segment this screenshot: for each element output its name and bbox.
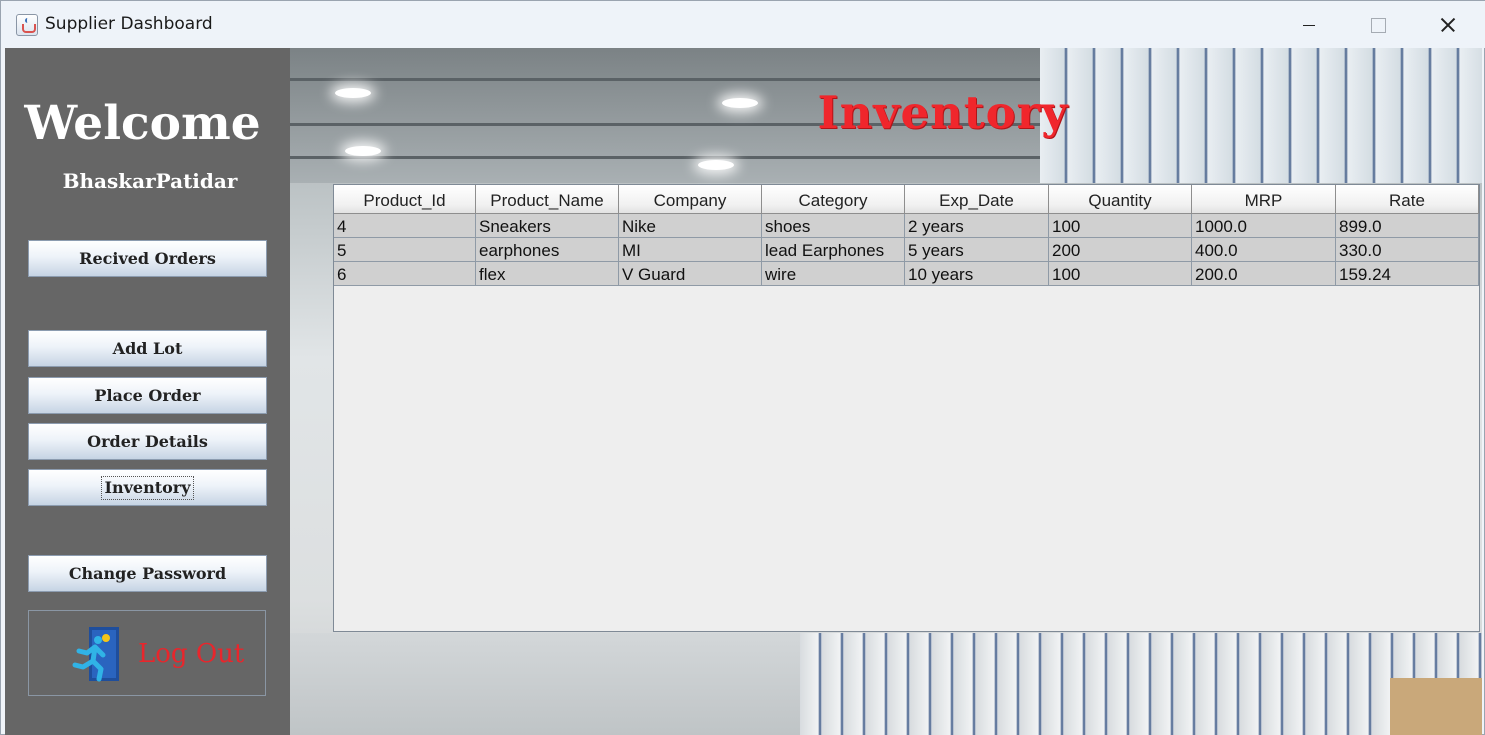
inventory-button[interactable]: Inventory — [28, 469, 267, 506]
background-lamp — [722, 98, 758, 108]
minimize-button[interactable] — [1273, 1, 1343, 48]
table-header: Product_Id Product_Name Company Category… — [334, 185, 1479, 214]
place-order-label: Place Order — [94, 386, 201, 405]
table-cell[interactable]: 5 — [334, 238, 476, 261]
table-row[interactable]: 5 earphones MI lead Earphones 5 years 20… — [334, 238, 1479, 262]
table-cell[interactable]: shoes — [762, 214, 905, 237]
inventory-table[interactable]: Product_Id Product_Name Company Category… — [333, 184, 1480, 632]
column-header-exp-date[interactable]: Exp_Date — [905, 185, 1049, 214]
table-cell[interactable]: 10 years — [905, 262, 1049, 285]
background-lamp — [345, 146, 381, 156]
table-cell[interactable]: 6 — [334, 262, 476, 285]
sidebar: Welcome BhaskarPatidar Recived Orders Ad… — [5, 48, 290, 735]
column-header-company[interactable]: Company — [619, 185, 762, 214]
table-body: 4 Sneakers Nike shoes 2 years 100 1000.0… — [334, 214, 1479, 286]
exit-door-icon — [72, 627, 119, 682]
place-order-button[interactable]: Place Order — [28, 377, 267, 414]
logout-button[interactable]: Log Out — [28, 610, 266, 696]
background-lamp — [698, 160, 734, 170]
table-cell[interactable]: 1000.0 — [1192, 214, 1336, 237]
table-cell[interactable]: 200 — [1049, 238, 1192, 261]
table-cell[interactable]: lead Earphones — [762, 238, 905, 261]
app-window: Supplier Dashboard Welcome BhaskarPatida… — [0, 0, 1485, 735]
table-cell[interactable]: wire — [762, 262, 905, 285]
background-boxes — [1390, 678, 1482, 735]
table-cell[interactable]: 100 — [1049, 214, 1192, 237]
add-lot-label: Add Lot — [112, 339, 183, 358]
received-orders-label: Recived Orders — [79, 249, 216, 268]
order-details-label: Order Details — [87, 432, 208, 451]
change-password-button[interactable]: Change Password — [28, 555, 267, 592]
column-header-quantity[interactable]: Quantity — [1049, 185, 1192, 214]
background-floor — [290, 633, 800, 735]
java-app-icon — [16, 14, 38, 36]
table-cell[interactable]: Nike — [619, 214, 762, 237]
add-lot-button[interactable]: Add Lot — [28, 330, 267, 367]
table-row[interactable]: 6 flex V Guard wire 10 years 100 200.0 1… — [334, 262, 1479, 286]
window-title: Supplier Dashboard — [45, 14, 213, 34]
table-cell[interactable]: 899.0 — [1336, 214, 1479, 237]
column-header-rate[interactable]: Rate — [1336, 185, 1479, 214]
background-beam — [290, 78, 1050, 81]
column-header-mrp[interactable]: MRP — [1192, 185, 1336, 214]
order-details-button[interactable]: Order Details — [28, 423, 267, 460]
table-cell[interactable]: 159.24 — [1336, 262, 1479, 285]
inventory-label: Inventory — [101, 476, 194, 500]
received-orders-button[interactable]: Recived Orders — [28, 240, 267, 277]
background-shelving — [800, 633, 1482, 735]
table-cell[interactable]: flex — [476, 262, 619, 285]
table-cell[interactable]: MI — [619, 238, 762, 261]
column-header-product-name[interactable]: Product_Name — [476, 185, 619, 214]
background-lamp — [335, 88, 371, 98]
table-cell[interactable]: earphones — [476, 238, 619, 261]
table-cell[interactable]: 4 — [334, 214, 476, 237]
table-cell[interactable]: 200.0 — [1192, 262, 1336, 285]
table-cell[interactable]: V Guard — [619, 262, 762, 285]
table-cell[interactable]: Sneakers — [476, 214, 619, 237]
change-password-label: Change Password — [68, 564, 227, 583]
table-cell[interactable]: 100 — [1049, 262, 1192, 285]
title-bar: Supplier Dashboard — [1, 1, 1485, 48]
welcome-heading: Welcome — [24, 96, 261, 151]
table-cell[interactable]: 5 years — [905, 238, 1049, 261]
column-header-category[interactable]: Category — [762, 185, 905, 214]
background-shelving — [1040, 48, 1482, 183]
username-label: BhaskarPatidar — [62, 169, 238, 193]
table-row[interactable]: 4 Sneakers Nike shoes 2 years 100 1000.0… — [334, 214, 1479, 238]
table-cell[interactable]: 400.0 — [1192, 238, 1336, 261]
page-title: Inventory — [817, 86, 1069, 139]
table-cell[interactable]: 2 years — [905, 214, 1049, 237]
background-beam — [290, 156, 1050, 159]
logout-label: Log Out — [138, 639, 245, 669]
column-header-product-id[interactable]: Product_Id — [334, 185, 476, 214]
table-cell[interactable]: 330.0 — [1336, 238, 1479, 261]
close-button[interactable] — [1413, 1, 1483, 48]
maximize-button[interactable] — [1343, 1, 1413, 48]
